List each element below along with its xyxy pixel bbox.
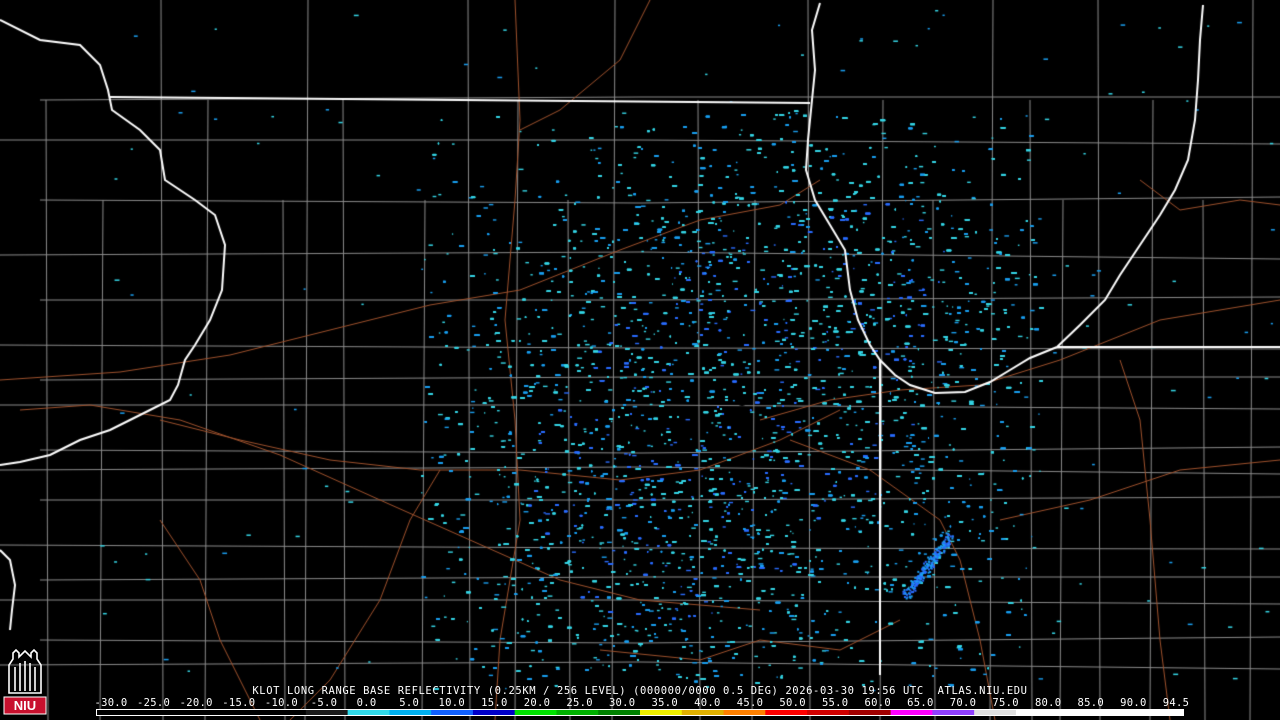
scale-swatch [932,710,975,715]
scale-label: -30.0 [94,697,128,709]
scale-swatch [264,710,307,715]
scale-swatch [890,710,933,715]
scale-swatch [431,710,474,715]
logo-text: NIU [14,698,36,713]
scale-swatch [1015,710,1059,715]
scale-label: 75.0 [992,697,1019,709]
scale-swatch [1099,710,1142,715]
scale-label: 20.0 [523,697,551,709]
scale-label: 85.0 [1077,697,1105,709]
scale-label: -15.0 [222,697,256,709]
scale-label: 50.0 [779,697,806,709]
scale-swatch [472,710,516,715]
scale-label: -10.0 [264,697,298,709]
scale-swatch [1057,710,1100,715]
scale-swatch [723,710,766,715]
scale-label: 0.0 [356,697,377,709]
scale-swatch [222,710,265,715]
color-scale-labels: -30.0 -25.0 -20.0 -15.0 -10.0 -5.0 0.0 5.0 10.0 1… [0,697,1280,709]
scale-label: 80.0 [1034,697,1062,709]
scale-swatch [598,710,641,715]
scale-label: 70.0 [949,697,977,709]
scale-label: 94.5 [1162,697,1190,709]
scale-label: -20.0 [179,697,213,709]
niu-logo: NIU [3,648,47,715]
scale-swatch [765,710,808,715]
scale-label: 40.0 [694,697,721,709]
scale-swatch [514,710,557,715]
scale-swatch [180,710,223,715]
scale-swatch [97,710,140,715]
scale-label: 30.0 [608,697,636,709]
scale-swatch [974,710,1017,715]
scale-label: 65.0 [907,697,934,709]
radar-map [0,0,1280,720]
scale-swatch [138,710,182,715]
scale-swatch [347,710,390,715]
scale-label: 5.0 [399,697,420,709]
scale-swatch [640,710,683,715]
scale-label: -5.0 [310,697,338,709]
scale-swatch [556,710,599,715]
scale-label: 55.0 [821,697,849,709]
scale-swatch [681,710,725,715]
scale-swatch [848,710,892,715]
scale-label: 45.0 [736,697,764,709]
scale-label: -25.0 [137,697,171,709]
color-scale-bar [96,709,1184,716]
scale-label: 15.0 [481,697,508,709]
scale-label: 25.0 [566,697,593,709]
product-title: KLOT LONG RANGE BASE REFLECTIVITY (0.25K… [252,685,1028,697]
scale-label: 60.0 [864,697,892,709]
scale-label: 10.0 [438,697,466,709]
scale-label: 90.0 [1120,697,1147,709]
scale-swatch [389,710,432,715]
scale-swatch [1141,710,1183,715]
scale-swatch [305,710,349,715]
scale-label: 35.0 [651,697,679,709]
scale-swatch [807,710,850,715]
